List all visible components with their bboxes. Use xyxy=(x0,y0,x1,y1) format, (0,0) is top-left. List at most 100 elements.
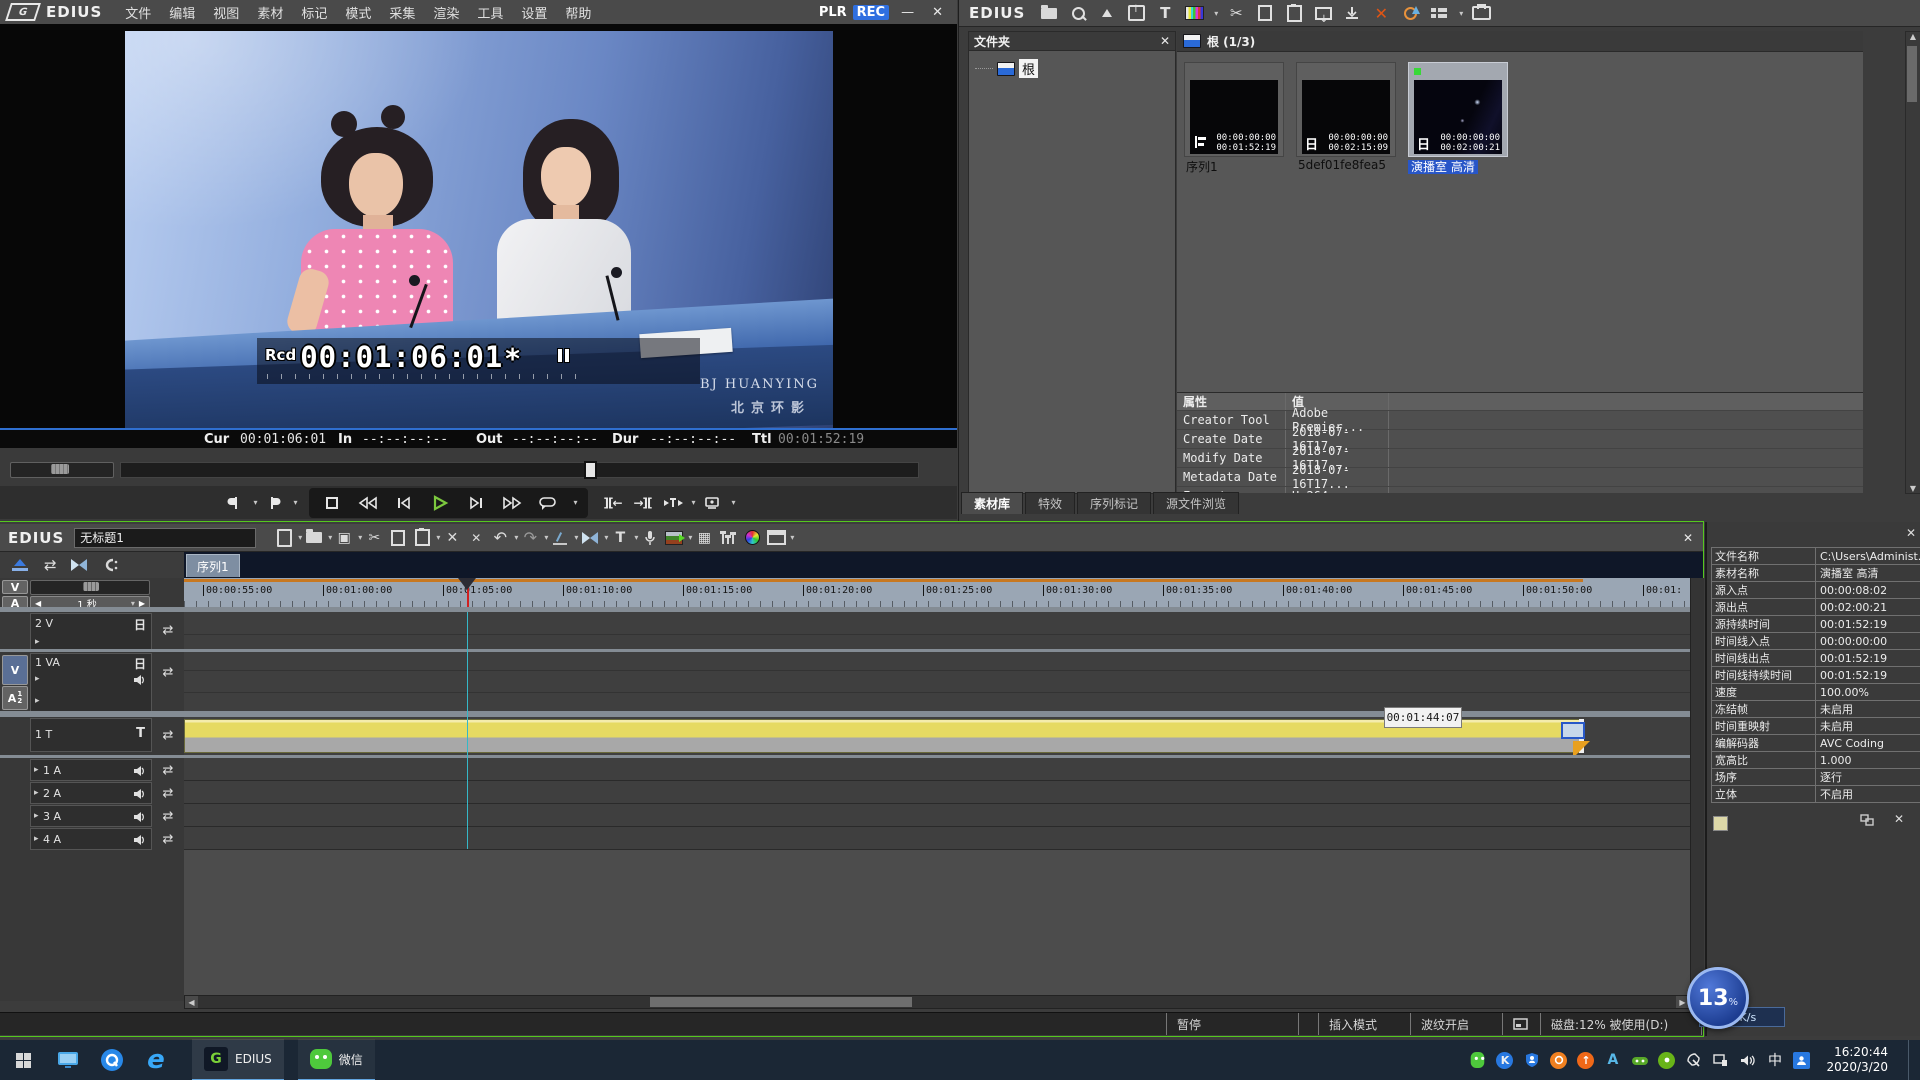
taskbar-task-wechat[interactable]: 微信 xyxy=(298,1039,375,1080)
taskbar-app-photos[interactable] xyxy=(46,1040,90,1080)
scrollbar-thumb[interactable] xyxy=(1907,46,1917,102)
patch-icon-2v[interactable]: ⇄ xyxy=(154,618,182,642)
zoom-slider-handle[interactable] xyxy=(83,582,99,591)
expand-icon[interactable]: ▸ xyxy=(34,811,39,821)
patch-icon-1va[interactable]: ⇄ xyxy=(154,660,182,684)
scroll-up-icon[interactable]: ▲ xyxy=(1906,32,1920,41)
panel-close-icon[interactable]: ✕ xyxy=(1894,812,1904,826)
rec-mode-button[interactable]: REC xyxy=(853,5,889,20)
position-bar[interactable] xyxy=(120,462,919,478)
net-speed-widget[interactable]: ↓ 0 K/s 13 % xyxy=(1687,967,1797,1027)
minimize-button[interactable]: — xyxy=(895,5,920,20)
tray-autodesk-icon[interactable]: A xyxy=(1604,1052,1621,1069)
paste-icon[interactable] xyxy=(412,528,432,548)
menu-render[interactable]: 渲染 xyxy=(424,3,468,22)
delete-parts-icon[interactable]: ✕ xyxy=(466,528,486,548)
next-frame-button[interactable] xyxy=(463,490,489,516)
close-button[interactable]: ✕ xyxy=(926,5,949,20)
sequence-tab[interactable]: 序列1 xyxy=(186,554,240,577)
menu-tools[interactable]: 工具 xyxy=(468,3,512,22)
tray-network-monitor-icon[interactable] xyxy=(1712,1052,1729,1069)
bin-scrollbar[interactable]: ▲ ▼ xyxy=(1905,31,1920,494)
expand-icon[interactable]: ▸ xyxy=(35,637,40,647)
status-ripple[interactable]: 波纹开启 xyxy=(1410,1013,1507,1035)
taskbar-clock[interactable]: 16:20:44 2020/3/20 xyxy=(1820,1045,1898,1075)
timeline-close-icon[interactable]: ✕ xyxy=(1683,531,1703,545)
save-caret-icon[interactable]: ▾ xyxy=(358,533,362,542)
tray-360-icon[interactable] xyxy=(1550,1052,1567,1069)
hscrollbar-thumb[interactable] xyxy=(650,997,912,1007)
lane-1va[interactable] xyxy=(184,652,1690,712)
video-mute-button[interactable]: V xyxy=(2,580,28,594)
snap-mode-icon[interactable] xyxy=(101,558,119,572)
menu-edit[interactable]: 编辑 xyxy=(160,3,204,22)
undo-icon[interactable]: ↶ xyxy=(490,528,510,548)
redo-caret-icon[interactable]: ▾ xyxy=(544,533,548,542)
shuttle-slider[interactable] xyxy=(10,462,114,478)
tray-wechat-icon[interactable] xyxy=(1469,1052,1486,1069)
show-desktop-button[interactable] xyxy=(1908,1040,1914,1080)
vectorscope-icon[interactable] xyxy=(742,528,762,548)
track-header-1a[interactable]: ▸ 1 A xyxy=(30,759,152,781)
export-to-tape-button[interactable] xyxy=(700,490,726,516)
clip-card-file[interactable]: 日 00:00:00:0000:02:15:09 xyxy=(1296,62,1396,157)
transition-caret-icon[interactable]: ▾ xyxy=(604,533,608,542)
lane-1a[interactable] xyxy=(184,758,1690,781)
paste-caret-icon[interactable]: ▾ xyxy=(436,533,440,542)
colorbars-icon[interactable] xyxy=(1183,3,1205,23)
up-folder-icon[interactable] xyxy=(1096,3,1118,23)
export-caret-icon[interactable]: ▾ xyxy=(732,498,736,507)
title-tool-icon[interactable]: T xyxy=(610,528,630,548)
new-caret-icon[interactable]: ▾ xyxy=(298,533,302,542)
stop-button[interactable] xyxy=(319,490,345,516)
folder-tree-root[interactable]: 根 xyxy=(975,59,1175,78)
cut-icon[interactable]: ✂ xyxy=(1225,3,1247,23)
va-video-button[interactable]: V xyxy=(2,655,28,685)
paste-icon[interactable] xyxy=(1283,3,1305,23)
taskbar-task-edius[interactable]: G EDIUS xyxy=(192,1039,284,1080)
timeline-vscrollbar[interactable] xyxy=(1690,578,1704,995)
play-around-cursor-button[interactable] xyxy=(660,490,686,516)
project-name-field[interactable]: 无标题1 xyxy=(74,528,256,548)
redo-icon[interactable]: ↷ xyxy=(520,528,540,548)
layout-caret-icon[interactable]: ▾ xyxy=(790,533,794,542)
out-point-caret-icon[interactable]: ▾ xyxy=(293,498,297,507)
trim-caret-icon[interactable]: ▾ xyxy=(574,533,578,542)
patch-icon-1t[interactable]: ⇄ xyxy=(154,723,182,747)
track-header-3a[interactable]: ▸ 3 A xyxy=(30,805,152,827)
taskbar-app-edge[interactable]: e xyxy=(134,1040,178,1080)
tray-update-icon[interactable]: ↑ xyxy=(1577,1052,1594,1069)
voiceover-icon[interactable] xyxy=(640,528,660,548)
track-header-2v[interactable]: 2 V 日 ▸ xyxy=(30,613,152,650)
properties-icon[interactable] xyxy=(1399,3,1421,23)
expand-icon[interactable]: ▸ xyxy=(35,696,40,706)
menu-marker[interactable]: 标记 xyxy=(292,3,336,22)
clip-label-selected[interactable]: 演播室 高清 xyxy=(1408,160,1478,174)
lane-2v[interactable] xyxy=(184,612,1690,650)
view-mode-caret-icon[interactable]: ▾ xyxy=(1459,9,1463,18)
toolbox-icon[interactable] xyxy=(1470,3,1492,23)
expand-icon[interactable]: ▸ xyxy=(35,674,40,684)
timeline-ruler[interactable]: 00:00:55:00 00:01:00:00 00:01:05:00 00:0… xyxy=(184,578,1690,607)
in-point-caret-icon[interactable]: ▾ xyxy=(253,498,257,507)
save-project-icon[interactable]: ▣ xyxy=(334,528,354,548)
play-around-caret-icon[interactable]: ▾ xyxy=(692,498,696,507)
new-sequence-icon[interactable] xyxy=(274,528,294,548)
va-audio-button[interactable]: A12 xyxy=(2,686,28,710)
menu-file[interactable]: 文件 xyxy=(116,3,160,22)
menu-mode[interactable]: 模式 xyxy=(336,3,380,22)
tray-gamepad-icon[interactable] xyxy=(1631,1052,1648,1069)
timeline-playhead-line[interactable] xyxy=(467,612,468,849)
menu-settings[interactable]: 设置 xyxy=(512,3,556,22)
patch-icon-3a[interactable]: ⇄ xyxy=(154,805,182,827)
patch-icon-2a[interactable]: ⇄ xyxy=(154,782,182,804)
set-out-point-button[interactable] xyxy=(261,490,287,516)
title-clip[interactable] xyxy=(184,719,1583,753)
consolidate-icon[interactable] xyxy=(1341,3,1363,23)
track-header-1va[interactable]: 1 VA 日 ▸ ▸ xyxy=(30,653,152,712)
trim-mode-icon[interactable] xyxy=(550,528,570,548)
patch-icon-1a[interactable]: ⇄ xyxy=(154,759,182,781)
tray-nvidia-icon[interactable] xyxy=(1658,1052,1675,1069)
taskbar-app-browser-q[interactable] xyxy=(90,1040,134,1080)
tab-sequence-marker[interactable]: 序列标记 xyxy=(1077,492,1151,514)
